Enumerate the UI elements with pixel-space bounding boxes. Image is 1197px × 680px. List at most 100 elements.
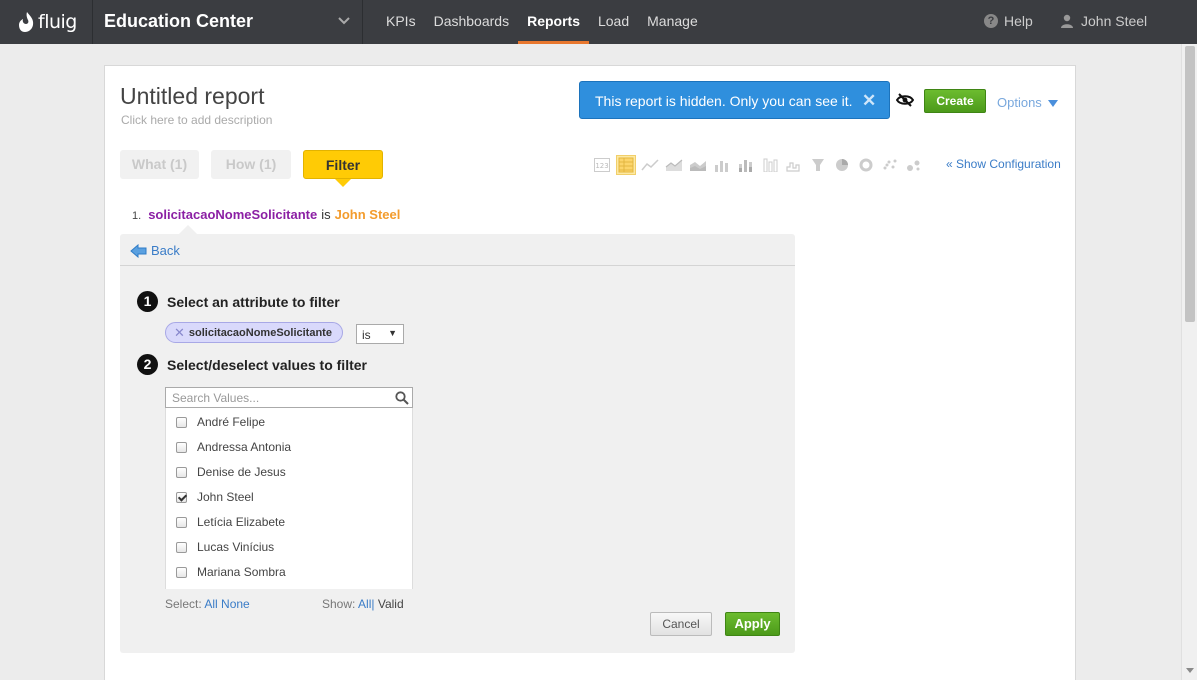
- close-icon[interactable]: ✕: [862, 91, 876, 111]
- filter-number: 1.: [132, 210, 142, 222]
- list-item[interactable]: André Felipe: [176, 415, 265, 429]
- show-valid-link[interactable]: Valid: [378, 597, 404, 611]
- value-label: André Felipe: [197, 415, 266, 429]
- checkbox[interactable]: [176, 466, 187, 478]
- value-label: Letícia Elizabete: [197, 515, 286, 529]
- nav-reports[interactable]: Reports: [518, 0, 589, 44]
- table-chart-icon[interactable]: [616, 155, 636, 175]
- caret-down-icon: [1047, 100, 1058, 107]
- column-chart-icon[interactable]: [760, 155, 780, 175]
- page-scrollbar[interactable]: [1181, 44, 1197, 680]
- cancel-button[interactable]: Cancel: [650, 612, 712, 636]
- show-all-link[interactable]: All: [358, 597, 371, 611]
- tab-what[interactable]: What (1): [120, 150, 199, 179]
- scroll-down-arrow-icon[interactable]: [1186, 668, 1194, 673]
- scatter-chart-icon[interactable]: [880, 155, 900, 175]
- list-item[interactable]: Andressa Antonia: [176, 440, 291, 454]
- search-values-input[interactable]: Search Values...: [165, 387, 413, 408]
- remove-icon[interactable]: ✕: [174, 325, 185, 341]
- attribute-chip[interactable]: ✕ solicitacaoNomeSolicitante: [165, 322, 343, 343]
- show-controls: Show: All| Valid: [322, 597, 404, 611]
- report-description[interactable]: Click here to add description: [121, 113, 272, 127]
- line-chart-icon[interactable]: [640, 155, 660, 175]
- svg-text:123: 123: [595, 162, 608, 170]
- top-navigation-bar: fluig Education Center KPIs Dashboards R…: [0, 0, 1197, 44]
- help-link[interactable]: ? Help: [984, 13, 1033, 29]
- options-label: Options: [997, 95, 1042, 110]
- checkbox[interactable]: [176, 566, 187, 578]
- area-line-chart-icon[interactable]: [664, 155, 684, 175]
- select-all-link[interactable]: All: [204, 597, 217, 611]
- apply-button[interactable]: Apply: [725, 612, 780, 636]
- eye-hidden-icon[interactable]: [896, 93, 914, 107]
- select-controls: Select: All None: [165, 597, 250, 611]
- help-icon: ?: [984, 14, 998, 28]
- filter-summary[interactable]: 1. solicitacaoNomeSolicitante is John St…: [132, 207, 400, 222]
- operator-value: is: [362, 328, 371, 342]
- list-item[interactable]: Denise de Jesus: [176, 465, 286, 479]
- back-link[interactable]: Back: [130, 243, 180, 258]
- user-name: John Steel: [1081, 13, 1148, 29]
- checkbox-checked[interactable]: [176, 491, 187, 503]
- nav-kpis[interactable]: KPIs: [377, 0, 425, 44]
- divider: [120, 265, 795, 266]
- report-title[interactable]: Untitled report: [120, 83, 264, 110]
- attribute-chip-label: solicitacaoNomeSolicitante: [188, 326, 332, 339]
- help-label: Help: [1004, 13, 1033, 29]
- visualization-type-picker: 123: [592, 155, 924, 175]
- scrollbar-thumb[interactable]: [1185, 46, 1195, 322]
- hidden-notice-text: This report is hidden. Only you can see …: [595, 93, 853, 109]
- list-item[interactable]: Lucas Vinícius: [176, 540, 274, 554]
- app-name[interactable]: Education Center: [104, 11, 253, 32]
- area-chart-icon[interactable]: [688, 155, 708, 175]
- panel-pointer: [179, 225, 197, 234]
- tab-how[interactable]: How (1): [211, 150, 291, 179]
- value-label: Lucas Vinícius: [197, 540, 275, 554]
- filter-operator: is: [321, 207, 331, 222]
- user-icon: [1061, 14, 1073, 28]
- nav-load[interactable]: Load: [589, 0, 638, 44]
- stacked-column-chart-icon[interactable]: [784, 155, 804, 175]
- donut-chart-icon[interactable]: [856, 155, 876, 175]
- step-1-number: 1: [137, 291, 158, 312]
- flame-logo-icon: [19, 12, 34, 32]
- checkbox[interactable]: [176, 541, 187, 553]
- divider: [92, 0, 93, 44]
- step-2-number: 2: [137, 354, 158, 375]
- list-item[interactable]: Letícia Elizabete: [176, 515, 285, 529]
- show-configuration-link[interactable]: « Show Configuration: [946, 157, 1061, 171]
- checkbox[interactable]: [176, 416, 187, 428]
- bubble-chart-icon[interactable]: [904, 155, 924, 175]
- pie-chart-icon[interactable]: [832, 155, 852, 175]
- operator-select[interactable]: is ▼: [356, 324, 404, 344]
- user-menu[interactable]: John Steel: [1060, 13, 1147, 29]
- value-label: John Steel: [197, 490, 254, 504]
- main-nav: KPIs Dashboards Reports Load Manage: [377, 0, 707, 44]
- search-icon[interactable]: [395, 391, 409, 405]
- list-item[interactable]: John Steel: [176, 490, 254, 504]
- funnel-chart-icon[interactable]: [808, 155, 828, 175]
- back-label: Back: [151, 243, 180, 258]
- nav-dashboards[interactable]: Dashboards: [425, 0, 519, 44]
- caret-down-icon: ▼: [388, 328, 397, 338]
- options-dropdown[interactable]: Options: [997, 95, 1058, 110]
- step-2-label: Select/deselect values to filter: [167, 356, 367, 373]
- step-2-heading: 2 Select/deselect values to filter: [137, 354, 367, 375]
- create-button[interactable]: Create: [924, 89, 986, 113]
- checkbox[interactable]: [176, 441, 187, 453]
- select-none-link[interactable]: None: [221, 597, 250, 611]
- tab-filter[interactable]: Filter: [303, 150, 383, 179]
- divider: [362, 0, 363, 44]
- stacked-bar-chart-icon[interactable]: [736, 155, 756, 175]
- list-item[interactable]: Mariana Sombra: [176, 565, 286, 579]
- values-list[interactable]: André Felipe Andressa Antonia Denise de …: [165, 408, 413, 589]
- chevron-down-icon[interactable]: [338, 16, 350, 26]
- nav-manage[interactable]: Manage: [638, 0, 707, 44]
- number-chart-icon[interactable]: 123: [592, 155, 612, 175]
- fluig-logo[interactable]: fluig: [18, 8, 77, 36]
- filter-value: John Steel: [334, 207, 401, 222]
- show-separator: |: [371, 597, 375, 611]
- step-1-heading: 1 Select an attribute to filter: [137, 291, 340, 312]
- checkbox[interactable]: [176, 516, 187, 528]
- bar-chart-icon[interactable]: [712, 155, 732, 175]
